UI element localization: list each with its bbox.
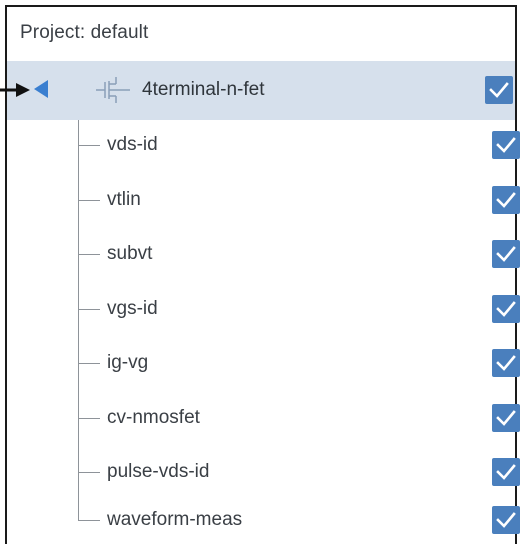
transistor-icon bbox=[96, 77, 130, 103]
tree-branch-line bbox=[78, 200, 100, 201]
item-checkbox[interactable] bbox=[492, 506, 520, 534]
tree-item-label[interactable]: cv-nmosfet bbox=[107, 407, 200, 429]
tree-item-row[interactable]: cv-nmosfet bbox=[7, 390, 520, 446]
tree-item-label[interactable]: ig-vg bbox=[107, 352, 148, 374]
item-checkbox[interactable] bbox=[492, 131, 520, 159]
checkmark-icon bbox=[496, 246, 516, 262]
item-checkbox[interactable] bbox=[492, 240, 520, 268]
item-checkbox[interactable] bbox=[492, 295, 520, 323]
tree-item-label[interactable]: pulse-vds-id bbox=[107, 461, 209, 483]
tree-item-label[interactable]: vtlin bbox=[107, 189, 141, 211]
checkmark-icon bbox=[496, 192, 516, 208]
checkmark-icon bbox=[496, 301, 516, 317]
checkmark-icon bbox=[496, 137, 516, 153]
item-checkbox[interactable] bbox=[492, 458, 520, 486]
tree-root-label[interactable]: 4terminal-n-fet bbox=[142, 79, 265, 101]
checkmark-icon bbox=[496, 355, 516, 371]
tree-item-label[interactable]: vds-id bbox=[107, 134, 158, 156]
tree-branch-line bbox=[78, 363, 100, 364]
tree-branch-line bbox=[78, 520, 100, 521]
tree-branch-line bbox=[78, 309, 100, 310]
tree-item-row[interactable]: subvt bbox=[7, 226, 520, 282]
pointer-arrow-icon bbox=[0, 83, 30, 97]
tree-item-label[interactable]: vgs-id bbox=[107, 298, 158, 320]
tree-item-row[interactable]: vtlin bbox=[7, 172, 520, 228]
tree-item-label[interactable]: waveform-meas bbox=[107, 509, 242, 531]
tree-branch-line bbox=[78, 418, 100, 419]
checkmark-icon bbox=[489, 82, 509, 98]
item-checkbox[interactable] bbox=[492, 186, 520, 214]
item-checkbox[interactable] bbox=[492, 349, 520, 377]
root-checkbox[interactable] bbox=[485, 76, 513, 104]
tree-item-row[interactable]: ig-vg bbox=[7, 335, 520, 391]
checkmark-icon bbox=[496, 512, 516, 528]
collapse-toggle-icon[interactable] bbox=[34, 80, 48, 98]
tree-branch-line bbox=[78, 254, 100, 255]
tree-branch-line bbox=[78, 472, 100, 473]
tree-item-row[interactable]: vgs-id bbox=[7, 281, 520, 337]
tree-item-label[interactable]: subvt bbox=[107, 243, 152, 265]
checkmark-icon bbox=[496, 410, 516, 426]
item-checkbox[interactable] bbox=[492, 404, 520, 432]
project-title: Project: default bbox=[20, 22, 149, 43]
tree-item-row[interactable]: vds-id bbox=[7, 117, 520, 173]
checkmark-icon bbox=[496, 464, 516, 480]
tree-branch-line bbox=[78, 145, 100, 146]
tree-item-row[interactable]: waveform-meas bbox=[7, 492, 520, 544]
